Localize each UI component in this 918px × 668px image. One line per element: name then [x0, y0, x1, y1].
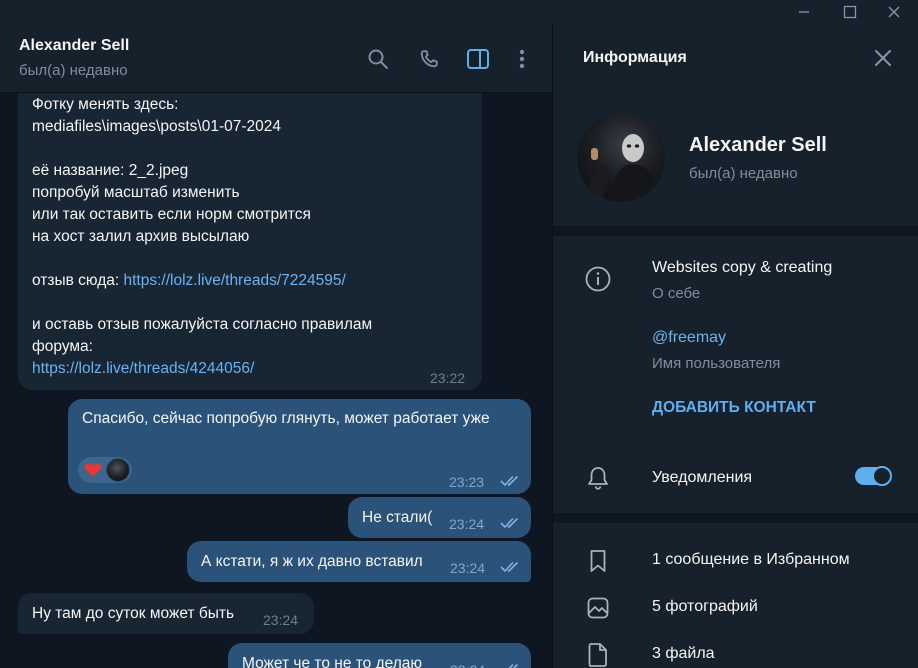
message-text: Не стали(	[362, 509, 433, 526]
notifications-toggle[interactable]	[855, 466, 892, 486]
message-time: 23:24	[263, 612, 299, 628]
message-incoming[interactable]: Ну там до суток может быть 23:24	[18, 593, 314, 634]
bell-icon	[585, 465, 611, 491]
minimize-icon[interactable]	[787, 0, 821, 24]
message-text-line: mediafiles\images\posts\01-07-2024	[32, 118, 281, 135]
message-outgoing[interactable]: Может че то не то делаю 23:24	[228, 643, 531, 668]
chat-status: был(а) недавно	[19, 62, 128, 79]
section-divider	[553, 226, 918, 236]
section-divider	[553, 513, 918, 523]
info-panel: Информация Alexander Sell был(а) недавно…	[552, 24, 918, 668]
phone-icon[interactable]	[416, 46, 442, 72]
double-check-icon	[500, 475, 519, 487]
profile-status: был(а) недавно	[689, 165, 798, 182]
chat-header: Alexander Sell был(а) недавно	[0, 24, 552, 93]
message-text-line: форума:	[32, 338, 93, 355]
files-item[interactable]: 3 файла	[652, 645, 715, 663]
file-icon	[585, 642, 611, 668]
avatar[interactable]	[577, 114, 665, 202]
message-time: 23:23	[449, 474, 485, 490]
message-text: Ну там до суток может быть	[32, 605, 235, 622]
message-time: 23:24	[449, 516, 485, 532]
close-icon[interactable]	[873, 48, 895, 70]
message-time: 23:24	[450, 560, 486, 576]
chat-messages[interactable]: Фотку менять здесь: mediafiles\images\po…	[0, 93, 552, 668]
bookmark-icon	[585, 548, 611, 574]
double-check-icon	[500, 561, 519, 573]
bio-text: Websites copy & creating	[652, 259, 833, 276]
message-text-line: или так оставить если норм смотрится	[32, 206, 311, 223]
message-outgoing[interactable]: Не стали( 23:24	[348, 497, 531, 538]
message-text: Может че то не то делаю	[242, 655, 423, 668]
photos-item[interactable]: 5 фотографий	[652, 598, 758, 616]
avatar	[106, 458, 130, 482]
message-outgoing[interactable]: А кстати, я ж их давно вставил 23:24	[187, 541, 531, 582]
message-text-line: её название: 2_2.jpeg	[32, 162, 189, 179]
maximize-icon[interactable]	[833, 0, 867, 24]
username-label: Имя пользователя	[652, 355, 781, 372]
message-text-line	[32, 292, 472, 314]
close-icon[interactable]	[877, 0, 911, 24]
more-vertical-icon[interactable]	[509, 46, 535, 72]
saved-messages-item[interactable]: 1 сообщение в Избранном	[652, 551, 850, 569]
search-icon[interactable]	[365, 46, 391, 72]
reactions[interactable]	[78, 457, 132, 483]
message-text-line	[32, 248, 472, 270]
profile-name: Alexander Sell	[689, 134, 827, 156]
message-text: отзыв сюда:	[32, 272, 124, 289]
message-time: 23:24	[450, 659, 485, 668]
message-text-line: и оставь отзыв пожалуйста согласно прави…	[32, 316, 373, 333]
message-text: Спасибо, сейчас попробую глянуть, может …	[82, 410, 490, 427]
message-text-line: отзыв сюда: https://lolz.live/threads/72…	[32, 270, 472, 292]
heart-icon	[84, 461, 102, 485]
info-icon	[585, 266, 611, 292]
double-check-icon	[500, 517, 519, 529]
info-title: Информация	[583, 49, 687, 66]
message-text: А кстати, я ж их давно вставил	[201, 553, 423, 570]
rules-link[interactable]: https://lolz.live/threads/4244056/	[32, 358, 472, 380]
username[interactable]: @freemay	[652, 329, 726, 347]
message-outgoing[interactable]: Спасибо, сейчас попробую глянуть, может …	[68, 399, 531, 494]
double-check-icon	[508, 663, 519, 668]
window-titlebar	[0, 0, 918, 24]
message-text-line	[32, 138, 472, 160]
thread-link[interactable]: https://lolz.live/threads/7224595/	[123, 272, 345, 289]
message-text-line: на хост залил архив высылаю	[32, 228, 250, 245]
message-text-line: попробуй масштаб изменить	[32, 184, 240, 201]
message-time: 23:22	[430, 370, 466, 386]
bio-label: О себе	[652, 285, 701, 302]
image-icon	[585, 595, 611, 621]
chat-title[interactable]: Alexander Sell	[19, 37, 129, 55]
add-contact-button[interactable]: ДОБАВИТЬ КОНТАКТ	[652, 399, 816, 417]
sidebar-toggle-icon[interactable]	[465, 46, 491, 72]
message-text-line: Фотку менять здесь:	[32, 96, 179, 113]
message-incoming[interactable]: Фотку менять здесь: mediafiles\images\po…	[18, 93, 482, 390]
notifications-label: Уведомления	[652, 469, 753, 486]
